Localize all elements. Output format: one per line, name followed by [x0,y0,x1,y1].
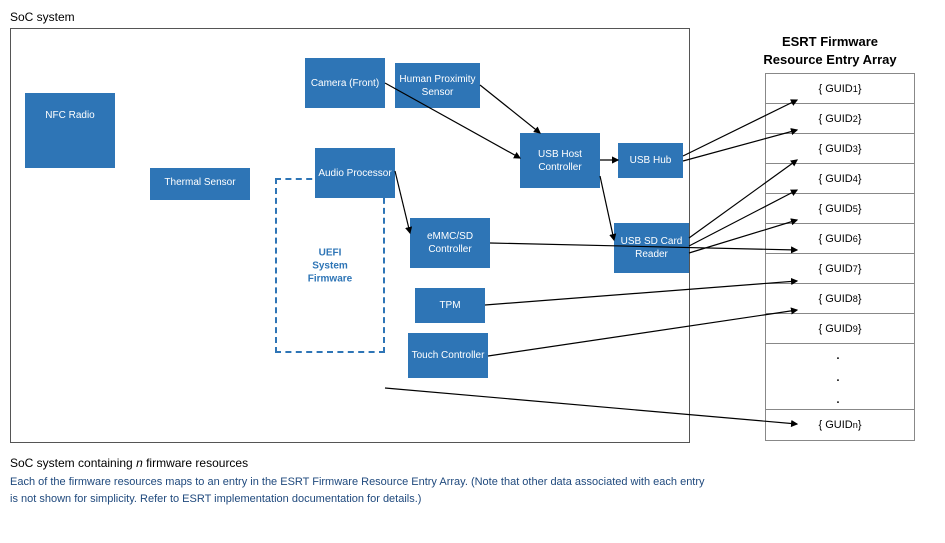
tpm-box: TPM [415,288,485,323]
soc-system-label: SoC system [10,10,935,24]
diagram-container: SoC system Mobile Broadband Radio WiFi R… [10,10,935,507]
guid-dots-2: . [766,366,914,388]
bottom-text: SoC system containing n firmware resourc… [10,456,935,507]
guid-row-7: { GUID7 } [766,254,914,284]
guid-row-n: { GUIDn } [766,410,914,440]
human-proximity-box: Human Proximity Sensor [395,63,480,108]
uefi-dashed-box: UEFI System Firmware [275,178,385,353]
emmc-box: eMMC/SD Controller [410,218,490,268]
guid-table: { GUID1 } { GUID2 } { GUID3 } { GUID4 } … [765,73,915,441]
guid-row-9: { GUID9 } [766,314,914,344]
guid-row-3: { GUID3 } [766,134,914,164]
esrt-panel: ESRT FirmwareResource Entry Array { GUID… [725,28,935,443]
caption-main: SoC system containing n firmware resourc… [10,456,935,470]
camera-box: Camera (Front) [305,58,385,108]
guid-row-4: { GUID4 } [766,164,914,194]
usb-hub-box: USB Hub [618,143,683,178]
nfc-box: NFC Radio [25,93,115,138]
audio-box: Audio Processor [315,148,395,198]
usb-host-box: USB Host Controller [520,133,600,188]
esrt-title: ESRT FirmwareResource Entry Array [725,33,935,69]
thermal-box: Thermal Sensor [150,168,250,196]
usb-sd-box: USB SD Card Reader [614,223,689,273]
guid-dots-3: . [766,388,914,410]
diagram-area: Mobile Broadband Radio WiFi Radio Blueto… [10,28,935,448]
guid-row-2: { GUID2 } [766,104,914,134]
touch-box: Touch Controller [408,333,488,378]
guid-row-1: { GUID1 } [766,74,914,104]
guid-row-5: { GUID5 } [766,194,914,224]
guid-row-8: { GUID8 } [766,284,914,314]
guid-dots-1: . [766,344,914,366]
caption-description: Each of the firmware resources maps to a… [10,474,710,507]
guid-row-6: { GUID6 } [766,224,914,254]
